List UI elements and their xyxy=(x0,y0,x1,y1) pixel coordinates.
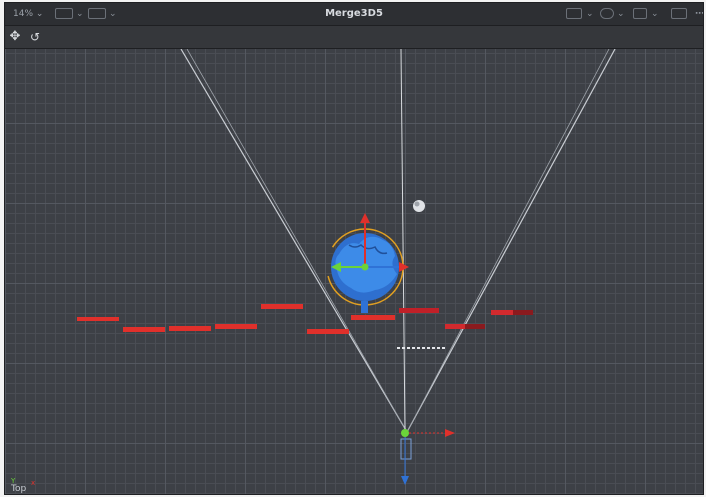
chevron-down-icon[interactable]: ⌄ xyxy=(586,7,594,21)
fullscreen-icon[interactable] xyxy=(671,8,687,19)
viewer-title: Merge3D5 xyxy=(325,8,383,19)
red-fragment xyxy=(215,324,257,329)
3d-viewport[interactable]: Y x Top xyxy=(5,49,704,495)
gizmo-y-arrow-icon[interactable] xyxy=(360,213,370,223)
red-fragment xyxy=(307,329,349,334)
chevron-down-icon[interactable]: ⌄ xyxy=(651,7,659,21)
gizmo-stem xyxy=(361,301,368,313)
red-fragment xyxy=(169,326,211,331)
move-tool-icon[interactable]: ✥ xyxy=(6,28,24,46)
red-fragment xyxy=(399,308,439,313)
light-icon[interactable] xyxy=(413,200,425,212)
earth-sphere-object[interactable] xyxy=(326,213,409,313)
merge3d-viewer-window: 14% ⌄ ⌄ ⌄ Merge3D5 ⌄ ⌄ ⌄ ⋯ ✥ ↺ Y x Top xyxy=(4,2,704,495)
viewer-titlebar: 14% ⌄ ⌄ ⌄ Merge3D5 ⌄ ⌄ ⌄ ⋯ xyxy=(5,3,703,26)
camera-z-arrow-icon[interactable] xyxy=(401,476,409,485)
red-fragment xyxy=(77,317,119,321)
gizmo-z-arrow-icon[interactable] xyxy=(399,262,409,272)
grid-icon[interactable] xyxy=(633,8,647,19)
frustum-line-right xyxy=(406,49,616,433)
gizmo-center[interactable] xyxy=(361,263,369,271)
view-name-label[interactable]: Top xyxy=(11,484,26,494)
more-icon[interactable]: ⋯ xyxy=(695,7,703,21)
red-fragment xyxy=(261,304,303,309)
viewer-toolbar: ✥ ↺ xyxy=(5,26,703,49)
camera-x-arrow-icon[interactable] xyxy=(445,429,455,437)
red-fragment xyxy=(123,327,165,332)
camera-center[interactable] xyxy=(401,429,409,437)
chevron-down-icon[interactable]: ⌄ xyxy=(617,7,625,21)
camera-center-line xyxy=(400,49,406,433)
scene-canvas[interactable]: Y x xyxy=(5,49,704,495)
red-fragment xyxy=(351,315,395,320)
red-fragment-shadow xyxy=(465,324,485,329)
display-icon[interactable] xyxy=(566,8,582,19)
camera-body xyxy=(400,438,412,460)
camera-object[interactable] xyxy=(400,429,455,485)
red-shape-fragments xyxy=(77,304,533,334)
reset-rotate-icon[interactable]: ↺ xyxy=(26,28,44,46)
red-fragment-shadow xyxy=(513,310,533,315)
axis-x-label: x xyxy=(31,479,35,487)
frustum-line-right-inner xyxy=(406,49,610,433)
sphere-icon[interactable] xyxy=(600,8,614,19)
